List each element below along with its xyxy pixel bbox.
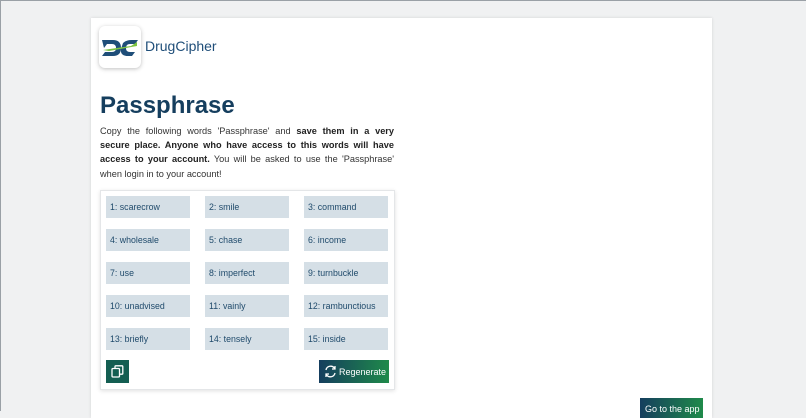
passphrase-word-5: 5: chase xyxy=(205,229,289,251)
passphrase-word-10: 10: unadvised xyxy=(106,295,190,317)
passphrase-word-4: 4: wholesale xyxy=(106,229,190,251)
passphrase-word-3: 3: command xyxy=(304,196,388,218)
passphrase-word-2: 2: smile xyxy=(205,196,289,218)
refresh-icon xyxy=(325,365,336,378)
go-to-app-button[interactable]: Go to the app xyxy=(640,398,703,418)
page-description: Copy the following words 'Passphrase' an… xyxy=(100,124,394,181)
passphrase-word-1: 1: scarecrow xyxy=(106,196,190,218)
copy-button[interactable] xyxy=(106,360,129,383)
window-frame-top xyxy=(0,0,806,1)
passphrase-word-11: 11: vainly xyxy=(205,295,289,317)
passphrase-panel: 1: scarecrow 2: smile 3: command 4: whol… xyxy=(100,190,395,390)
passphrase-word-6: 6: income xyxy=(304,229,388,251)
regenerate-label: Regenerate xyxy=(339,366,387,377)
passphrase-word-13: 13: briefly xyxy=(106,328,190,350)
passphrase-word-7: 7: use xyxy=(106,262,190,284)
regenerate-button[interactable]: Regenerate xyxy=(319,360,389,383)
page-title: Passphrase xyxy=(100,92,235,119)
logo xyxy=(99,26,141,68)
passphrase-word-8: 8: imperfect xyxy=(205,262,289,284)
passphrase-card: DrugCipher Passphrase Copy the following… xyxy=(91,18,712,418)
drugcipher-logo-icon xyxy=(102,40,138,56)
passphrase-word-15: 15: inside xyxy=(304,328,388,350)
brand-name: DrugCipher xyxy=(145,38,217,54)
description-text-1: Copy the following words 'Passphrase' an… xyxy=(100,126,297,136)
passphrase-word-12: 12: rambunctious xyxy=(304,295,388,317)
window-frame-left xyxy=(0,0,1,411)
passphrase-word-9: 9: turnbuckle xyxy=(304,262,388,284)
passphrase-word-14: 14: tensely xyxy=(205,328,289,350)
copy-icon xyxy=(111,365,124,378)
